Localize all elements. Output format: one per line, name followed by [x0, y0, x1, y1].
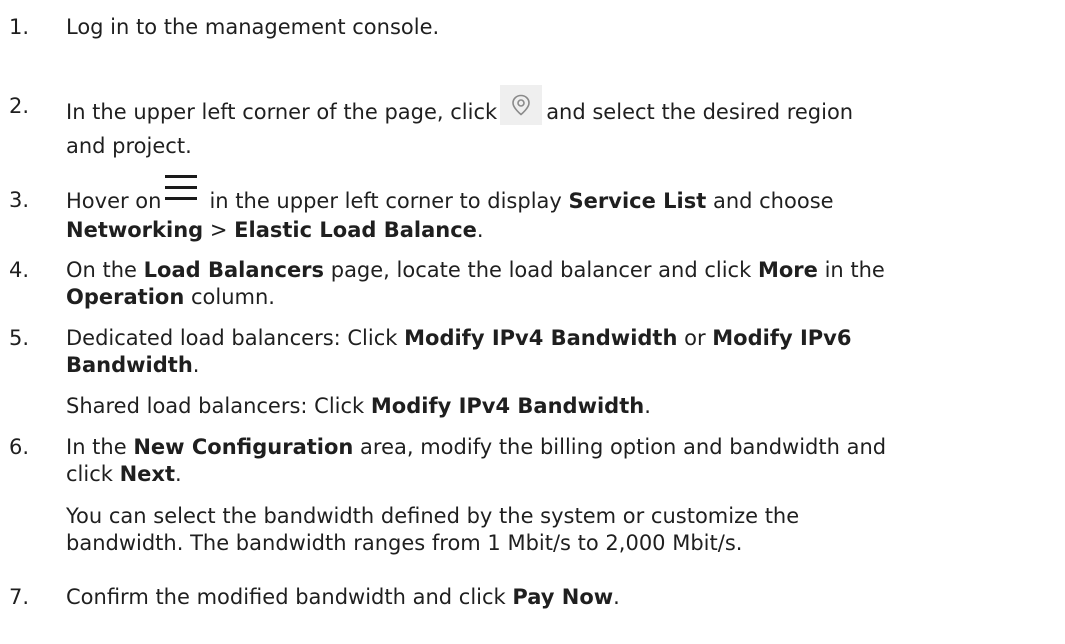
- step-6-text-a: In the: [66, 435, 127, 459]
- step-1-text: Log in to the management console.: [66, 15, 440, 39]
- step-6-text-c: area, modify the billing option and band…: [360, 435, 887, 459]
- modify-ipv4-bandwidth-label: Modify IPv4 Bandwidth: [370, 394, 645, 418]
- path-separator: >: [209, 218, 228, 242]
- step-number: 7.: [9, 585, 30, 609]
- period: .: [192, 353, 200, 377]
- step-5-note: Shared load balancers: Click Modify IPv4…: [66, 393, 1046, 420]
- step-2-text-c: and project.: [66, 134, 192, 158]
- step-4-text-a: On the: [66, 258, 137, 282]
- step-number: 1.: [9, 15, 30, 39]
- step-6-note: You can select the bandwidth defined by …: [66, 503, 1046, 557]
- step-text: Log in to the management console.: [66, 14, 1046, 41]
- new-configuration-label: New Configuration: [133, 435, 354, 459]
- step-6-note-line-1: You can select the bandwidth defined by …: [66, 504, 800, 528]
- networking-label: Networking: [66, 218, 204, 242]
- period: .: [613, 585, 620, 609]
- step-7-text-a: Confirm the modified bandwidth and click: [66, 585, 506, 609]
- step-text: In the upper left corner of the page, cl…: [66, 85, 1046, 160]
- bandwidth-label: Bandwidth: [66, 353, 193, 377]
- more-label: More: [757, 258, 818, 282]
- next-label: Next: [119, 462, 176, 486]
- step-number: 2.: [9, 94, 30, 118]
- step-text: Confirm the modified bandwidth and click…: [66, 584, 1046, 611]
- period: .: [175, 462, 182, 486]
- step-2-text-a: In the upper left corner of the page, cl…: [66, 100, 498, 124]
- procedure-document: 1. Log in to the management console. 2. …: [0, 0, 1065, 644]
- menu-icon: [165, 175, 201, 205]
- step-6-note-line-2: bandwidth. The bandwidth ranges from 1 M…: [66, 531, 743, 555]
- step-5-note-text: Shared load balancers: Click: [66, 394, 365, 418]
- step-number: 4.: [9, 258, 30, 282]
- step-5-text-a: Dedicated load balancers: Click: [66, 326, 398, 350]
- period: .: [476, 218, 484, 242]
- step-3-text-d: and choose: [712, 189, 834, 213]
- modify-ipv4-bandwidth-label: Modify IPv4 Bandwidth: [404, 326, 678, 350]
- location-pin-icon: [500, 85, 543, 125]
- step-number: 3.: [9, 188, 30, 212]
- step-number: 5.: [9, 326, 30, 350]
- elastic-load-balance-label: Elastic Load Balance: [234, 218, 477, 242]
- step-text: On the Load Balancers page, locate the l…: [66, 257, 1046, 311]
- step-4-text-c: page, locate the load balancer and click: [330, 258, 752, 282]
- operation-label: Operation: [66, 285, 185, 309]
- step-number: 6.: [9, 435, 30, 459]
- step-3-text-a: Hover on: [66, 189, 162, 213]
- step-4-text-e: in the: [824, 258, 885, 282]
- period: .: [644, 394, 651, 418]
- modify-ipv6-label: Modify IPv6: [712, 326, 852, 350]
- service-list-label: Service List: [568, 189, 707, 213]
- step-2-text-b: and select the desired region: [546, 100, 854, 124]
- step-text: Dedicated load balancers: Click Modify I…: [66, 325, 1046, 379]
- step-3-text-b: in the upper left corner to display: [209, 189, 562, 213]
- step-text: In the New Configuration area, modify th…: [66, 434, 1046, 488]
- step-text: Hover on in the upper left corner to disp…: [66, 175, 1046, 244]
- step-6-text-d: click: [66, 462, 113, 486]
- load-balancers-label: Load Balancers: [143, 258, 325, 282]
- step-4-text-g: column.: [190, 285, 275, 309]
- pay-now-label: Pay Now: [512, 585, 614, 609]
- step-5-text-c: or: [684, 326, 706, 350]
